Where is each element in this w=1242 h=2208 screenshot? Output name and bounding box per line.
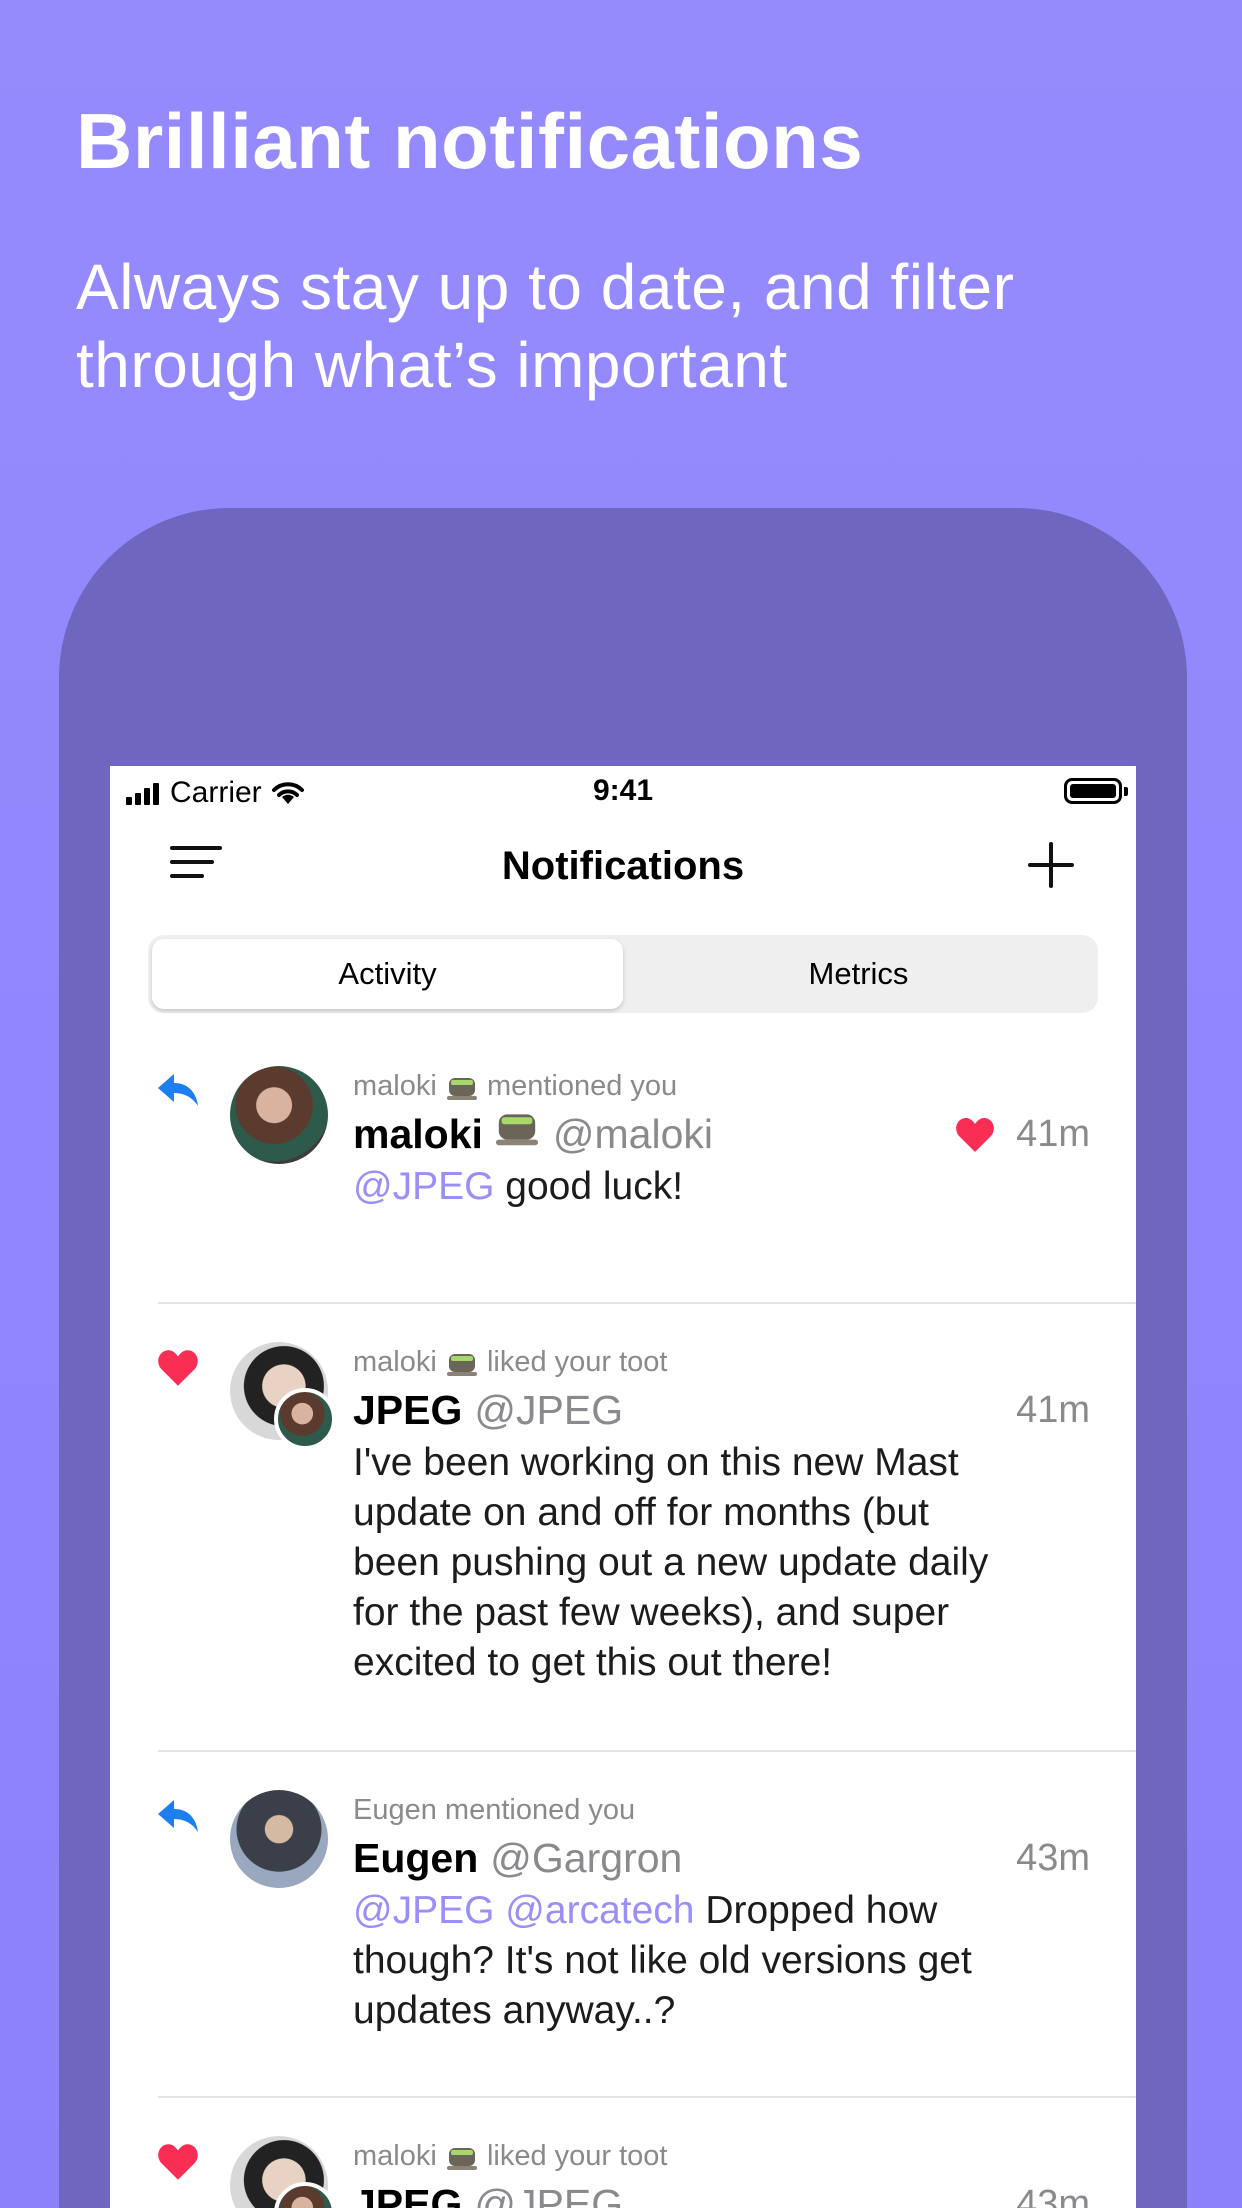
toot-text: I've been working on this new Mast updat… [353,1438,1090,1688]
user-handle: @Gargron [490,1835,683,1881]
meta-name: maloki [353,2140,437,2172]
toot-line: though? It's not like old versions get [353,1939,972,1982]
timestamp: 41m [1016,1113,1090,1155]
notification-meta: maloki mentioned you [353,1066,1090,1106]
promo-subline-line-1: Always stay up to date, and filter [76,251,1015,323]
user-handle: @JPEG [474,2181,624,2208]
name-row: Eugen @Gargron 43m [353,1830,1090,1886]
name-row: JPEG @JPEG 43m [353,2176,1090,2208]
toot-line: @JPEG @arcatech Dropped how [353,1886,1090,1936]
toot-text-content: good luck! [505,1165,684,1208]
mention-link[interactable]: @JPEG [353,1165,494,1208]
notification-meta: Eugen mentioned you [353,1794,636,1826]
notification-item[interactable]: Eugen mentioned you Eugen @Gargron 43m @… [110,1752,1136,2096]
promo-subline-line-2: through what’s important [76,329,788,401]
notification-item[interactable]: maloki mentioned you maloki @maloki 41m … [110,1046,1136,1302]
name-row: JPEG @JPEG 41m [353,1382,1090,1438]
segmented-control: Activity Metrics [148,935,1098,1013]
toot-line: for the past few weeks), and super [353,1591,950,1634]
toot-line: update on and off for months (but [353,1491,930,1534]
status-bar: Carrier 9:41 [110,766,1136,812]
toot-line: been pushing out a new update daily [353,1541,989,1584]
display-name: JPEG [353,2181,463,2208]
teacup-emoji-icon [446,1078,477,1101]
display-name: Eugen [353,1835,479,1881]
page-title: Notifications [501,844,745,888]
secondary-avatar [274,1388,336,1450]
user-handle: @maloki [552,1111,713,1157]
timestamp: 41m [1016,1389,1090,1431]
notification-item[interactable]: maloki liked your toot JPEG @JPEG 43m [110,2098,1136,2208]
promo-subline: Always stay up to date, and filter throu… [76,248,1176,404]
compose-plus-button[interactable] [1028,842,1074,888]
meta-name: maloki [353,1346,437,1378]
reply-icon [158,1074,198,1106]
timestamp: 43m [1016,2183,1090,2208]
notification-list: maloki mentioned you maloki @maloki 41m … [110,1046,1136,2208]
reply-icon [158,1800,198,1832]
tab-metrics[interactable]: Metrics [623,939,1094,1009]
toot-text: @JPEG @arcatech Dropped how though? It's… [353,1886,1090,2036]
toot-line: excited to get this out there! [353,1641,833,1684]
teacup-emoji-icon [446,1354,477,1377]
toot-text-content: Dropped how [705,1889,938,1932]
notification-meta: maloki liked your toot [353,1342,1090,1382]
status-time: 9:41 [592,774,654,807]
timestamp: 43m [1016,1837,1090,1879]
name-row: maloki @maloki 41m [353,1106,1090,1162]
display-name: maloki [353,1111,483,1157]
toot-text: @JPEG good luck! [353,1162,1090,1212]
favourited-heart-icon [956,1118,994,1152]
avatar[interactable] [230,1790,328,1888]
notification-item[interactable]: maloki liked your toot JPEG @JPEG 41m I'… [110,1304,1136,1750]
phone-screen: Carrier 9:41 Notifications Activity Metr… [110,766,1136,2208]
teacup-emoji-icon [495,1114,538,1146]
toot-line: I've been working on this new Mast [353,1441,959,1484]
meta-action: mentioned you [486,1070,678,1102]
promo-headline: Brilliant notifications [76,97,864,185]
meta-action: liked your toot [486,1346,668,1378]
notification-meta: maloki liked your toot [353,2136,1090,2176]
toot-line: updates anyway..? [353,1989,676,2032]
heart-icon [158,2144,198,2180]
battery-icon [1064,778,1128,804]
avatar[interactable] [230,1066,328,1164]
display-name: JPEG [353,1387,463,1433]
mention-link[interactable]: @arcatech [505,1889,694,1932]
heart-icon [158,1350,198,1386]
mention-link[interactable]: @JPEG [353,1889,494,1932]
promo-page: Brilliant notifications Always stay up t… [0,0,1242,2208]
teacup-emoji-icon [446,2148,477,2171]
user-handle: @JPEG [474,1387,624,1433]
meta-name: maloki [353,1070,437,1102]
tab-activity[interactable]: Activity [152,939,623,1009]
meta-action: liked your toot [486,2140,668,2172]
nav-bar: Notifications [110,812,1136,912]
